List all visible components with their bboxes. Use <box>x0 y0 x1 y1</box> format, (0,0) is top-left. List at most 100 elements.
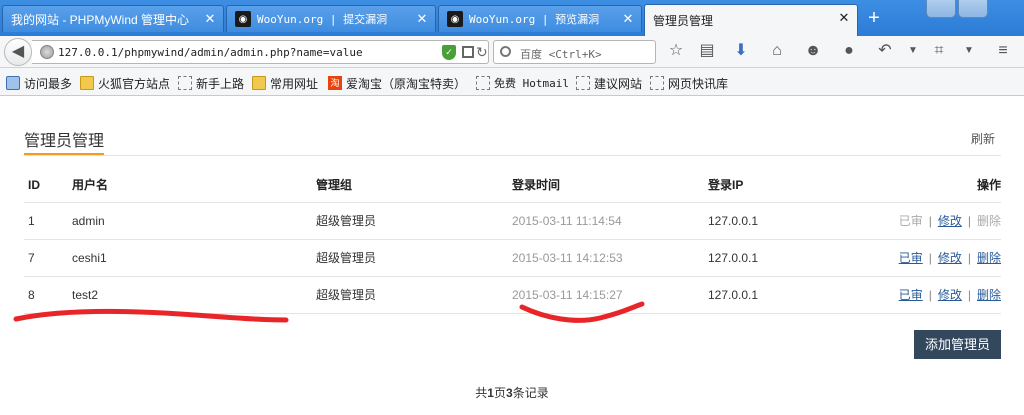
window-controls <box>924 0 1024 22</box>
chat-icon[interactable]: ● <box>840 42 858 60</box>
bookmarks-bar: 访问最多 火狐官方站点 新手上路 常用网址 淘爱淘宝（原淘宝特卖） 免费 Hot… <box>0 68 1024 96</box>
cell-id: 8 <box>24 276 72 314</box>
close-icon[interactable]: ✕ <box>415 12 429 26</box>
bookmark-label: 建议网站 <box>594 76 643 91</box>
cell-group: 超级管理员 <box>316 276 512 314</box>
cell-group: 超级管理员 <box>316 239 512 277</box>
tab-label: 我的网站 - PHPMyWind 管理中心 <box>11 12 190 27</box>
bookmark-label: 爱淘宝（原淘宝特卖） <box>346 76 467 91</box>
cell-id: 1 <box>24 202 72 240</box>
bookmark-label: 常用网址 <box>270 76 319 91</box>
cell-username: ceshi1 <box>72 239 316 277</box>
menu-icon[interactable]: ≡ <box>994 42 1012 60</box>
admin-table: ID 用户名 管理组 登录时间 登录IP 操作 1 admin 超级管理员 20… <box>24 168 1001 314</box>
bookmark-item[interactable]: 建议网站 <box>576 74 642 92</box>
page-icon <box>650 76 664 90</box>
column-header-login-ip: 登录IP <box>708 168 868 203</box>
back-icon[interactable]: ◀ <box>4 38 32 66</box>
tab-phpmywind[interactable]: 我的网站 - PHPMyWind 管理中心 ✕ <box>2 5 224 32</box>
table-row: 8 test2 超级管理员 2015-03-11 14:15:27 127.0.… <box>24 276 1001 314</box>
tab-label: 管理员管理 <box>653 14 714 28</box>
bookmark-item[interactable]: 网页快讯库 <box>650 74 728 92</box>
tab-wooyun-preview[interactable]: ◉ WooYun.org | 预览漏洞 ✕ <box>438 5 642 32</box>
close-icon[interactable]: ✕ <box>621 12 635 26</box>
tab-label: WooYun.org | 提交漏洞 <box>257 13 388 26</box>
download-icon[interactable]: ⬇ <box>732 42 750 60</box>
reading-list-icon[interactable]: ▤ <box>698 42 716 60</box>
pager-pages: 1 <box>487 386 494 400</box>
minimize-icon[interactable] <box>926 0 956 18</box>
crop-icon[interactable]: ⌗ <box>930 42 948 60</box>
pager-suffix: 条记录 <box>512 386 549 400</box>
page-icon <box>576 76 590 90</box>
chevron-down-icon[interactable]: ▼ <box>904 42 922 60</box>
navigation-bar: ◀ 127.0.0.1/phpmywind/admin/admin.php?na… <box>0 36 1024 68</box>
column-header-id: ID <box>24 168 72 203</box>
separator: | <box>967 214 971 228</box>
bookmark-label: 免费 Hotmail <box>494 77 569 90</box>
star-icon[interactable]: ☆ <box>667 42 685 60</box>
bookmark-label: 火狐官方站点 <box>98 76 171 91</box>
chevron-down-icon[interactable]: ▼ <box>960 42 978 60</box>
pager-prefix: 共 <box>475 386 488 400</box>
folder-icon <box>252 76 266 90</box>
column-header-group: 管理组 <box>316 168 512 203</box>
page-icon <box>476 76 490 90</box>
bookmark-item[interactable]: 淘爱淘宝（原淘宝特卖） <box>328 74 466 92</box>
add-admin-button[interactable]: 添加管理员 <box>914 330 1001 359</box>
edit-link[interactable]: 修改 <box>938 214 962 228</box>
refresh-link[interactable]: 刷新 <box>971 130 995 147</box>
close-icon[interactable]: ✕ <box>837 11 851 25</box>
edit-link[interactable]: 修改 <box>938 288 962 302</box>
bookmark-label: 访问最多 <box>24 76 73 91</box>
cell-login-time: 2015-03-11 14:15:27 <box>512 276 708 314</box>
cell-login-ip: 127.0.0.1 <box>708 276 868 314</box>
bookmark-item[interactable]: 访问最多 <box>6 74 72 92</box>
tab-wooyun-submit[interactable]: ◉ WooYun.org | 提交漏洞 ✕ <box>226 5 436 32</box>
shield-icon[interactable]: ✓ <box>442 45 456 60</box>
separator: | <box>967 288 971 302</box>
search-icon <box>6 76 20 90</box>
cell-login-time: 2015-03-11 11:14:54 <box>512 202 708 240</box>
bookmark-label: 新手上路 <box>196 76 245 91</box>
close-icon[interactable]: ✕ <box>203 12 217 26</box>
qr-code-icon[interactable] <box>462 46 474 58</box>
url-bar[interactable]: 127.0.0.1/phpmywind/admin/admin.php?name… <box>32 40 489 64</box>
status-link[interactable]: 已审 <box>899 288 923 302</box>
maximize-icon[interactable] <box>958 0 988 18</box>
home-icon[interactable]: ⌂ <box>768 42 786 60</box>
undo-icon[interactable]: ↶ <box>876 42 894 60</box>
cell-actions: 已审 | 修改 | 删除 <box>868 276 1001 314</box>
delete-link[interactable]: 删除 <box>977 251 1001 265</box>
cell-login-ip: 127.0.0.1 <box>708 239 868 277</box>
bookmark-item[interactable]: 新手上路 <box>178 74 244 92</box>
search-input[interactable]: 百度 <Ctrl+K> <box>520 46 602 62</box>
cell-login-time: 2015-03-11 14:12:53 <box>512 239 708 277</box>
separator: | <box>928 251 932 265</box>
page-title: 管理员管理 <box>24 133 105 150</box>
tab-admin-manage[interactable]: 管理员管理 ✕ <box>644 4 858 36</box>
pager-records: 3 <box>506 386 513 400</box>
pager-mid: 页 <box>493 386 506 400</box>
search-bar[interactable]: 百度 <Ctrl+K> <box>493 40 656 64</box>
cell-actions: 已审 | 修改 | 删除 <box>868 239 1001 277</box>
bookmark-item[interactable]: 免费 Hotmail <box>476 74 569 92</box>
reload-icon[interactable]: ↻ <box>476 44 488 61</box>
cell-login-ip: 127.0.0.1 <box>708 202 868 240</box>
status-label: 已审 <box>898 214 923 228</box>
status-link[interactable]: 已审 <box>899 251 923 265</box>
column-header-username: 用户名 <box>72 168 316 203</box>
cell-username: test2 <box>72 276 316 314</box>
url-text[interactable]: 127.0.0.1/phpmywind/admin/admin.php?name… <box>58 46 363 59</box>
bookmark-item[interactable]: 常用网址 <box>252 74 318 92</box>
new-tab-icon[interactable]: + <box>864 8 884 29</box>
emoji-icon[interactable]: ☻ <box>804 42 822 60</box>
bookmark-item[interactable]: 火狐官方站点 <box>80 74 170 92</box>
delete-link[interactable]: 删除 <box>977 288 1001 302</box>
table-row: 7 ceshi1 超级管理员 2015-03-11 14:12:53 127.0… <box>24 239 1001 277</box>
folder-icon <box>80 76 94 90</box>
taobao-icon: 淘 <box>328 76 342 90</box>
table-header-row: ID 用户名 管理组 登录时间 登录IP 操作 <box>24 168 1001 203</box>
table-row: 1 admin 超级管理员 2015-03-11 11:14:54 127.0.… <box>24 202 1001 240</box>
edit-link[interactable]: 修改 <box>938 251 962 265</box>
